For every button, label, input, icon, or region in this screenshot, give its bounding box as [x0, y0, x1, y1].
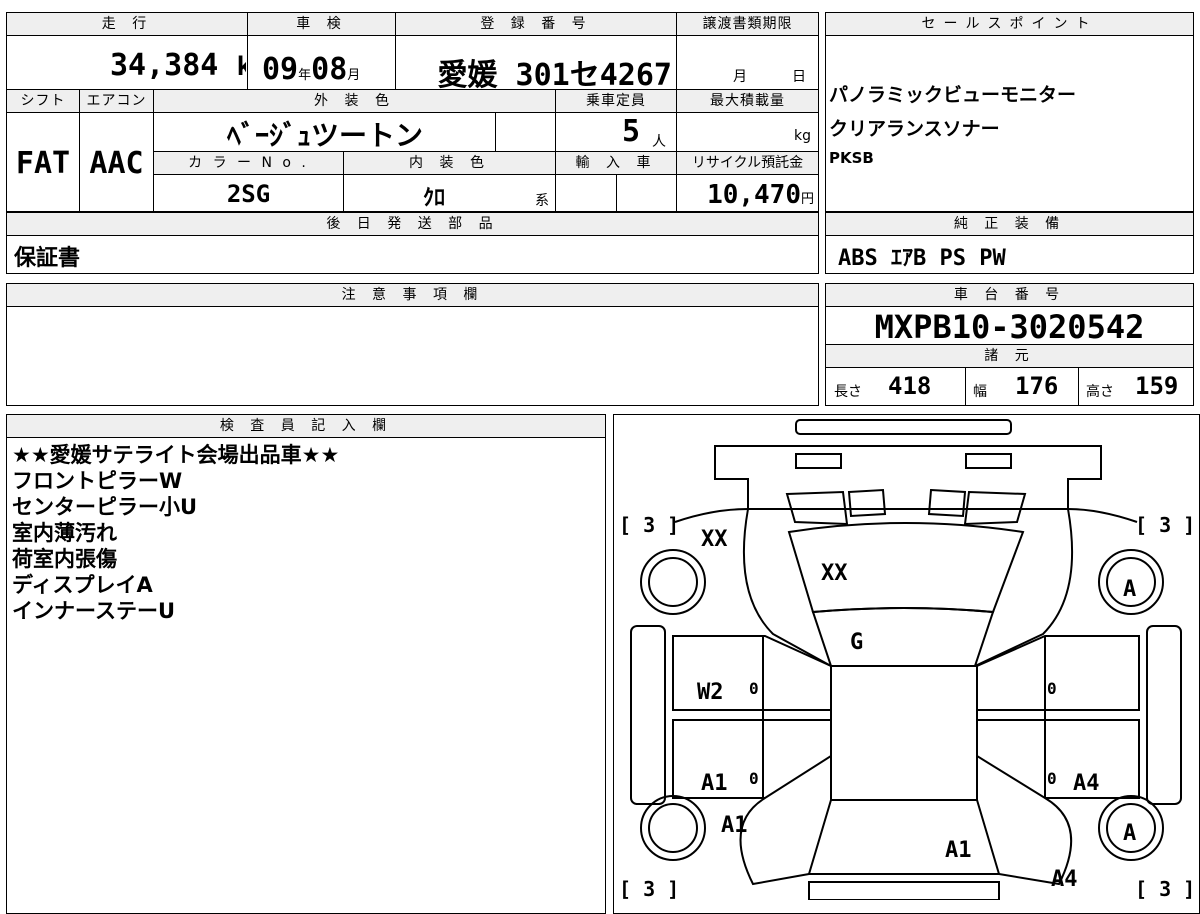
- right-rocker-shape: [1146, 625, 1182, 805]
- inspector-note-5: 荷室内張傷: [12, 547, 117, 571]
- tire-mark-rear-right: [ 3 ]: [1135, 877, 1195, 900]
- sales-point-box: [825, 12, 1194, 212]
- inspection-label: 車 検: [248, 13, 395, 35]
- max-load-label: 最大積載量: [677, 90, 818, 112]
- inspector-note-7: インナーステーU: [12, 599, 176, 623]
- mark-rear-left-door: A1: [701, 771, 728, 796]
- mileage-label: 走 行: [7, 13, 247, 35]
- exterior-color-value: ﾍﾞｰｼﾞｭツートン: [226, 119, 423, 152]
- tire-mark-front-left: [ 3 ]: [619, 513, 679, 537]
- transfer-month: 月: [733, 69, 747, 85]
- color-no-value: 2SG: [226, 180, 271, 208]
- rear-right-door-shape: [976, 719, 1140, 799]
- interior-color-unit: 系: [535, 193, 549, 209]
- door-zero-rear-left: 0: [749, 769, 759, 788]
- roof-shape: [830, 665, 978, 801]
- mark-front-left-fender: XX: [701, 527, 728, 552]
- mileage-value: 34,384 km: [110, 48, 246, 83]
- mark-rear-hatch: A1: [945, 838, 972, 863]
- mark-front-left-door: W2: [697, 680, 724, 705]
- inspector-note-3: センターピラー小U: [12, 495, 198, 519]
- interior-color-value: ｸﾛ: [422, 186, 445, 211]
- interior-color-label: 内 装 色: [344, 152, 555, 174]
- front-right-door-shape: [976, 635, 1140, 711]
- length-value: 418: [888, 372, 932, 400]
- mark-rear-left-fender: A1: [721, 813, 748, 838]
- registration-value: 愛媛 301セ4267: [437, 58, 673, 93]
- width-value: 176: [1015, 372, 1059, 400]
- headlight-right-shape: [965, 453, 1012, 469]
- door-zero-front-left: 0: [749, 679, 759, 698]
- height-value: 159: [1135, 372, 1179, 400]
- specs-label: 諸 元: [826, 345, 1193, 367]
- recycle-value: 10,470円: [707, 180, 814, 210]
- ac-value: AAC: [89, 146, 144, 181]
- registration-label: 登 録 番 号: [396, 13, 676, 35]
- color-no-label: カ ラ ー N o .: [154, 152, 343, 174]
- genuine-equipment-value: ABS ｴｱB PS PW: [838, 246, 1006, 271]
- sales-point-line-3: PKSB: [829, 149, 874, 167]
- wheel-rear-left-shape: [640, 795, 706, 861]
- mark-rear-right-wheel: A: [1123, 821, 1136, 846]
- wheel-front-left-shape: [640, 549, 706, 615]
- sales-point-line-2: クリアランスソナー: [829, 118, 1000, 140]
- mark-hood: G: [850, 630, 863, 655]
- capacity-label: 乗車定員: [556, 90, 676, 112]
- rear-bumper-shape: [808, 881, 1000, 900]
- mark-windshield: XX: [821, 561, 848, 586]
- car-diagram: [ 3 ] [ 3 ] [ 3 ] [ 3 ] XX XX G W2 A1 A1…: [619, 419, 1195, 900]
- headlight-left-shape: [795, 453, 842, 469]
- ac-label: エアコン: [80, 90, 153, 112]
- inspector-label: 検 査 員 記 入 欄: [7, 415, 605, 437]
- door-zero-front-right: 0: [1047, 679, 1057, 698]
- inspection-value: 09年08月: [262, 52, 361, 87]
- shift-label: シフト: [7, 90, 79, 112]
- inspector-note-6: ディスプレイA: [12, 573, 153, 597]
- exterior-color-label: 外 装 色: [154, 90, 555, 112]
- tire-mark-front-right: [ 3 ]: [1135, 513, 1195, 537]
- caution-label: 注 意 事 項 欄: [7, 284, 818, 306]
- mark-rear-right-door: A4: [1073, 771, 1100, 796]
- sales-point-line-1: パノラミックビューモニター: [829, 84, 1077, 106]
- height-label: 高さ: [1086, 384, 1114, 400]
- front-panel-shape: [714, 445, 1102, 510]
- inspector-note-1: ★★愛媛サテライト会場出品車★★: [12, 443, 340, 467]
- transfer-day: 日: [792, 69, 806, 85]
- max-load-unit: kg: [794, 128, 811, 144]
- inspector-note-4: 室内薄汚れ: [12, 521, 117, 545]
- tire-mark-rear-left: [ 3 ]: [619, 877, 679, 900]
- inspector-note-2: フロントピラーW: [12, 469, 183, 493]
- chassis-label: 車 台 番 号: [826, 284, 1193, 306]
- sales-point-label: セールスポイント: [826, 13, 1193, 35]
- later-parts-value: 保証書: [14, 246, 81, 271]
- shift-value: FAT: [15, 146, 71, 181]
- import-label: 輸 入 車: [556, 152, 676, 174]
- recycle-label: リサイクル預託金: [677, 152, 818, 174]
- hood-shape: [811, 607, 995, 667]
- left-rocker-shape: [630, 625, 666, 805]
- width-label: 幅: [973, 384, 987, 400]
- later-parts-box: [6, 212, 819, 274]
- length-label: 長さ: [834, 384, 862, 400]
- genuine-equipment-label: 純 正 装 備: [826, 213, 1193, 235]
- capacity-unit: 人: [652, 134, 666, 150]
- transfer-deadline-label: 譲渡書類期限: [677, 13, 818, 35]
- capacity-value: 5: [621, 114, 640, 149]
- chassis-number: MXPB10-3020542: [874, 308, 1145, 346]
- front-bumper-shape: [795, 419, 1012, 435]
- mark-front-right-wheel: A: [1123, 577, 1136, 602]
- mark-rear-right-fender: A4: [1051, 867, 1078, 892]
- door-zero-rear-right: 0: [1047, 769, 1057, 788]
